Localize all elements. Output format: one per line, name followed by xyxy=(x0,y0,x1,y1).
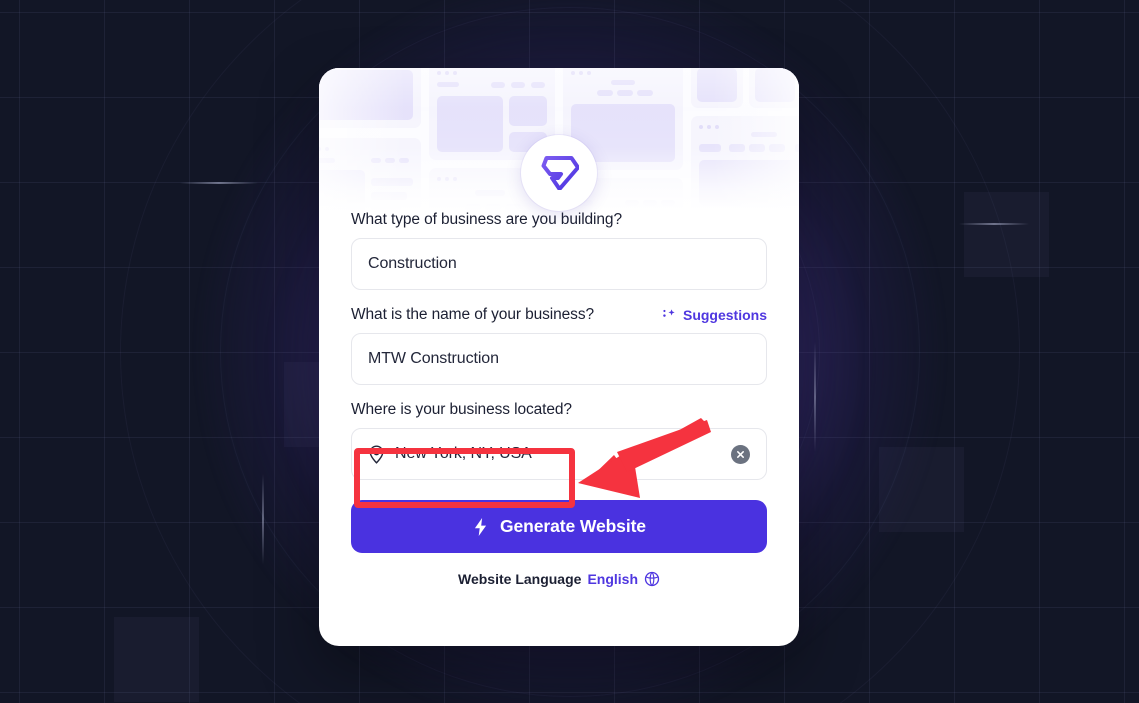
background-cell-highlight-3 xyxy=(114,617,199,702)
diamond-gem-logo-icon xyxy=(541,156,579,190)
template-thumb xyxy=(691,116,799,211)
card-form-body: What type of business are you building? … xyxy=(319,211,799,587)
onboarding-card: What type of business are you building? … xyxy=(319,68,799,646)
template-thumb xyxy=(319,138,421,211)
background-streak-2 xyxy=(959,223,1029,225)
label-row: What is the name of your business? Sugge… xyxy=(351,306,767,324)
field-business-location: Where is your business located? New York… xyxy=(351,401,767,480)
background-streak-4 xyxy=(262,474,264,564)
map-pin-icon xyxy=(369,444,384,464)
label-row: What type of business are you building? xyxy=(351,211,767,229)
lightning-bolt-icon xyxy=(474,517,487,536)
field-business-name: What is the name of your business? Sugge… xyxy=(351,306,767,385)
business-type-input[interactable]: Construction xyxy=(351,238,767,290)
background-streak-1 xyxy=(180,182,258,184)
field-business-type: What type of business are you building? … xyxy=(351,211,767,290)
template-thumb xyxy=(319,68,421,128)
sparkle-icon xyxy=(663,308,675,317)
field-label-business-location: Where is your business located? xyxy=(351,401,572,418)
suggestions-button[interactable]: Suggestions xyxy=(662,307,767,323)
field-label-business-type: What type of business are you building? xyxy=(351,211,622,228)
business-location-value: New York, NY, USA xyxy=(395,445,532,462)
background-cell-highlight-4 xyxy=(964,192,1049,277)
suggestions-label: Suggestions xyxy=(682,307,767,323)
website-language-row: Website Language English xyxy=(351,571,767,587)
brand-logo-badge xyxy=(521,135,597,211)
generate-website-label: Generate Website xyxy=(500,516,646,536)
generate-website-button[interactable]: Generate Website xyxy=(351,500,767,553)
clear-circle-x-icon xyxy=(737,450,744,458)
background-cell-highlight-2 xyxy=(879,447,964,532)
business-name-value: MTW Construction xyxy=(368,350,499,367)
website-language-label: Website Language xyxy=(458,571,582,587)
template-thumb xyxy=(691,68,743,108)
globe-icon[interactable] xyxy=(644,571,660,587)
background-streak-3 xyxy=(814,342,816,452)
field-label-business-name: What is the name of your business? xyxy=(351,306,595,323)
website-language-value[interactable]: English xyxy=(587,571,638,587)
business-name-input[interactable]: MTW Construction xyxy=(351,333,767,385)
template-thumb xyxy=(749,68,799,108)
label-row: Where is your business located? xyxy=(351,401,767,419)
business-location-input[interactable]: New York, NY, USA xyxy=(351,428,767,480)
clear-location-button[interactable] xyxy=(731,444,750,464)
business-type-value: Construction xyxy=(368,255,457,272)
